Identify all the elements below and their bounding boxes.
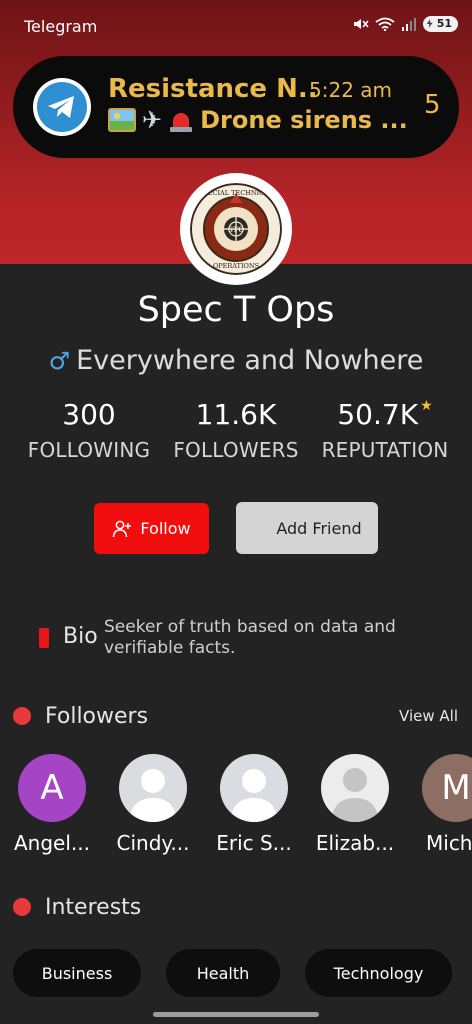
default-avatar-icon (321, 754, 389, 822)
followers-section-title: Followers (45, 704, 149, 729)
follow-button-label: Follow (140, 519, 191, 538)
wifi-icon (375, 17, 395, 31)
follower-name: Angel... (14, 831, 90, 855)
interests-section-title: Interests (45, 895, 142, 920)
follower-name: Elizab... (315, 831, 395, 855)
telegram-icon (33, 78, 91, 136)
notification-body: ✈ Drone sirens ... (108, 106, 408, 134)
profile-avatar[interactable]: SPECIAL TECHNICAL OPERATIONS STO (180, 173, 292, 285)
stat-label: FOLLOWERS (173, 438, 299, 462)
sto-seal-logo: SPECIAL TECHNICAL OPERATIONS STO (190, 183, 282, 275)
interest-chip-technology[interactable]: Technology (305, 949, 452, 997)
svg-text:OPERATIONS: OPERATIONS (213, 262, 259, 270)
section-dot (13, 898, 31, 916)
default-avatar-icon (220, 754, 288, 822)
interest-chip-business[interactable]: Business (13, 949, 141, 997)
star-icon: ★ (420, 398, 433, 414)
avatar: M (422, 754, 472, 822)
follower-item[interactable]: Elizab... (305, 754, 405, 855)
stat-followers[interactable]: 11.6K FOLLOWERS (168, 398, 304, 462)
follow-button[interactable]: Follow (94, 503, 209, 554)
bio-text: Seeker of truth based on data and verifi… (104, 617, 396, 658)
stat-reputation[interactable]: 50.7K ★ REPUTATION (314, 398, 456, 462)
profile-name: Spec T Ops (137, 290, 335, 330)
picture-emoji (108, 108, 136, 132)
home-indicator[interactable] (153, 1012, 319, 1017)
notification-body-text: Drone sirens ... (200, 106, 408, 134)
bio-marker (39, 628, 49, 648)
section-dot (13, 707, 31, 725)
add-friend-button-label: Add Friend (276, 518, 362, 538)
follower-name: Mich (426, 831, 472, 855)
stat-label: REPUTATION (321, 438, 449, 462)
mute-icon (353, 19, 369, 29)
follower-name: Eric S... (216, 831, 292, 855)
notification-title: Resistance N.. (108, 74, 318, 104)
battery-icon: 51 (422, 16, 458, 32)
follower-name: Cindy... (116, 831, 190, 855)
add-friend-button[interactable]: Add Friend (236, 502, 378, 554)
svg-text:SPECIAL TECHNICAL: SPECIAL TECHNICAL (199, 189, 274, 197)
stat-value: 50.7K ★ (337, 398, 433, 431)
stat-label: FOLLOWING (27, 438, 151, 462)
add-user-icon (113, 520, 132, 537)
svg-text:STO: STO (228, 225, 244, 234)
male-icon: ♂ (48, 347, 71, 375)
status-icons: 51 (353, 16, 458, 32)
telegram-notification[interactable]: Resistance N.. 5:22 am ✈ Drone sirens ..… (13, 56, 459, 158)
follower-item[interactable]: Eric S... (204, 754, 304, 855)
follower-item[interactable]: A Angel... (2, 754, 102, 855)
location-text: Everywhere and Nowhere (76, 345, 424, 376)
profile-location: ♂ Everywhere and Nowhere (0, 345, 472, 376)
stat-following[interactable]: 300 FOLLOWING (22, 398, 156, 462)
siren-emoji (168, 107, 194, 133)
stat-value: 11.6K (195, 398, 277, 431)
default-avatar-icon (119, 754, 187, 822)
follower-item[interactable]: Cindy... (103, 754, 203, 855)
follower-item[interactable]: M Mich (406, 754, 472, 855)
status-app-name: Telegram (24, 17, 98, 36)
avatar: A (18, 754, 86, 822)
signal-icon (401, 18, 416, 31)
stat-value: 300 (62, 398, 116, 431)
notification-count: 5 (424, 90, 441, 120)
notification-time: 5:22 am (309, 78, 393, 102)
view-all-followers-link[interactable]: View All (399, 707, 458, 725)
interest-chip-health[interactable]: Health (166, 949, 280, 997)
airplane-emoji: ✈ (142, 106, 163, 134)
bio-label: Bio (63, 624, 98, 649)
status-bar: Telegram 51 (0, 0, 472, 54)
